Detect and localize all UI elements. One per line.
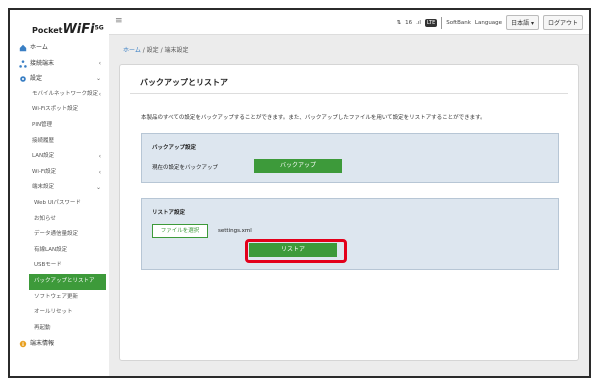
backup-button[interactable]: バックアップ [254,159,342,173]
chevron-left-icon: ‹ [98,168,101,176]
main-content: ホーム / 設定 / 端末設定 バックアップとリストア 本製品のすべての設定をバ… [109,35,589,376]
page-title: バックアップとリストア [140,78,228,87]
sidebar-item-label: 設定 [30,75,43,83]
sidebar-item-wifi-spot[interactable]: Wi-Fiスポット設定 [10,102,109,118]
content-card: バックアップとリストア 本製品のすべての設定をバックアップすることができます。ま… [119,64,579,361]
sidebar-item-label: お知らせ [34,215,56,222]
signal-icon: ⇅ [396,19,402,26]
carrier-name: SoftBank [446,19,471,26]
sidebar-item-label: 端末設定 [32,184,55,191]
sidebar-item-usb-mode[interactable]: USBモード [10,258,109,274]
sidebar-item-pin[interactable]: PIN管理 [10,118,109,134]
sidebar-item-lan[interactable]: LAN設定 ‹ [10,149,109,165]
chevron-left-icon: ‹ [98,153,101,161]
devices-icon [19,59,27,68]
logo: PocketWiFi5G [32,22,104,37]
backup-label: 現在の設定をバックアップ [152,165,219,171]
home-icon [19,44,27,52]
backup-title: バックアップ設定 [152,145,197,151]
restore-title: リストア設定 [152,210,186,216]
sidebar-item-label: LAN設定 [32,153,55,160]
sidebar-item-wifi[interactable]: Wi-Fi設定 ‹ [10,165,109,181]
backup-panel: バックアップ設定 現在の設定をバックアップ バックアップ [141,133,559,183]
chevron-left-icon: ‹ [98,59,101,67]
restore-panel: リストア設定 ファイルを選択 settings.xml リストア [141,198,559,270]
selected-file-name: settings.xml [218,228,252,234]
sidebar-item-label: Wi-Fi設定 [32,168,57,175]
sidebar-item-all-reset[interactable]: オールリセット [10,305,109,321]
sidebar-item-label: 再起動 [34,324,51,331]
sidebar-item-label: Wi-Fiスポット設定 [32,106,79,113]
sidebar: PocketWiFi5G ホーム 接続端末 ‹ 設定 ⌄ モバイルネットワーク設… [10,10,110,376]
sidebar-item-label: 有線LAN設定 [34,246,68,253]
breadcrumb-path: / 設定 / 端末設定 [140,47,189,54]
page-description: 本製品のすべての設定をバックアップすることができます。また、バックアップしたファ… [141,115,486,121]
chevron-left-icon: ‹ [98,90,101,98]
breadcrumb-home[interactable]: ホーム [123,47,141,54]
sidebar-nav: ホーム 接続端末 ‹ 設定 ⌄ モバイルネットワーク設定 ‹ Wi-Fiスポット… [10,40,109,352]
sidebar-item-label: Web UIパスワード [34,199,81,206]
breadcrumb: ホーム / 設定 / 端末設定 [123,45,189,54]
menu-icon[interactable]: ≡ [115,16,123,26]
logout-button[interactable]: ログアウト [542,15,583,30]
restore-button[interactable]: リストア [249,243,337,257]
gear-icon [20,76,26,82]
sidebar-item-backup-restore[interactable]: バックアップとリストア [29,273,106,290]
app-frame: PocketWiFi5G ホーム 接続端末 ‹ 設定 ⌄ モバイルネットワーク設… [8,8,591,378]
sidebar-item-label: USBモード [34,262,62,269]
sidebar-item-devices[interactable]: 接続端末 ‹ [10,56,109,72]
sidebar-item-wired-lan[interactable]: 有線LAN設定 [10,243,109,259]
sidebar-item-label: モバイルネットワーク設定 [32,90,99,97]
sidebar-item-label: データ通信量設定 [34,231,79,238]
sidebar-item-label: 端末情報 [30,340,55,348]
network-badge: LTE [424,18,438,27]
status-bar: ⇅ 16 .ıl LTE SoftBank Language 日本語 ▾ ログア… [396,15,583,30]
sidebar-item-home[interactable]: ホーム [10,40,109,56]
sidebar-item-mobile-network[interactable]: モバイルネットワーク設定 ‹ [10,87,109,103]
logo-suffix: 5G [94,24,104,32]
choose-file-button[interactable]: ファイルを選択 [152,224,208,238]
logo-prefix: Pocket [32,26,63,35]
divider [441,16,443,29]
sidebar-item-label: ホーム [30,44,48,51]
sidebar-item-settings[interactable]: 設定 ⌄ [10,71,109,87]
sidebar-item-data-usage[interactable]: データ通信量設定 [10,227,109,243]
connected-count: 16 [405,19,413,26]
sidebar-item-webui-password[interactable]: Web UIパスワード [10,196,109,212]
sidebar-item-label: PIN管理 [32,121,53,128]
sidebar-item-label: オールリセット [34,309,73,316]
sidebar-item-notifications[interactable]: お知らせ [10,212,109,228]
sidebar-item-label: ソフトウェア更新 [34,293,79,300]
sidebar-item-connection-history[interactable]: 接続履歴 [10,134,109,150]
sidebar-item-label: 接続端末 [30,59,55,67]
language-label: Language [474,19,503,26]
chevron-down-icon: ⌄ [95,184,101,192]
sidebar-item-device-settings[interactable]: 端末設定 ⌄ [10,180,109,196]
language-select[interactable]: 日本語 ▾ [506,15,539,30]
sidebar-item-label: バックアップとリストア [34,277,95,284]
antenna-icon: .ıl [416,19,421,26]
sidebar-item-reboot[interactable]: 再起動 [10,321,109,337]
sidebar-item-label: 接続履歴 [32,137,55,144]
sidebar-item-device-info[interactable]: 端末情報 [10,336,109,352]
divider [130,93,568,94]
topbar: ≡ ⇅ 16 .ıl LTE SoftBank Language 日本語 ▾ ロ… [109,10,589,35]
sidebar-item-software-update[interactable]: ソフトウェア更新 [10,290,109,306]
logo-brand: WiFi [62,22,95,37]
chevron-down-icon: ⌄ [95,75,101,83]
info-icon [19,341,27,348]
